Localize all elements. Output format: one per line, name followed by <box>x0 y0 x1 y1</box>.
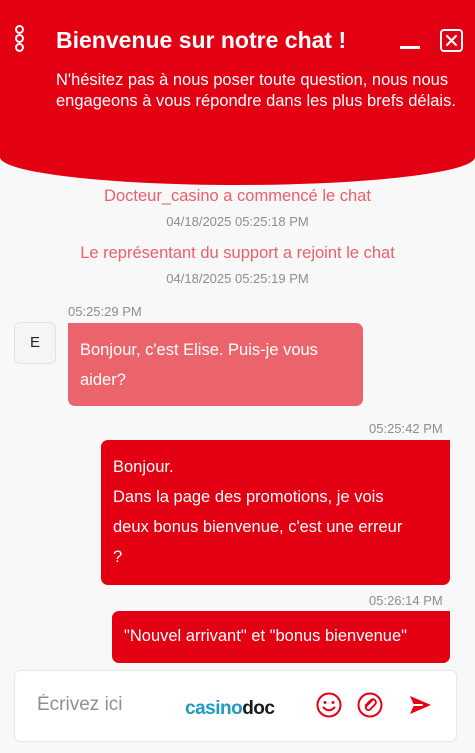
message-line: "Nouvel arrivant" et "bonus bienvenue" <box>124 627 408 645</box>
message-composer: casinodoc <box>14 670 457 742</box>
agent-message-bubble: Bonjour, c'est Elise. Puis-je vous aider… <box>68 323 363 406</box>
attachment-icon <box>357 692 383 718</box>
agent-avatar: E <box>14 322 56 364</box>
system-event-time: 04/18/2025 05:25:19 PM <box>166 271 309 286</box>
message-input[interactable] <box>35 693 189 717</box>
user-message-bubble: "Nouvel arrivant" et "bonus bienvenue" <box>112 611 450 663</box>
casinodoc-logo: casinodoc <box>185 698 275 720</box>
message-line: Bonjour, c'est Elise. Puis-je vous <box>80 341 318 359</box>
logo-text-part2: doc <box>242 698 275 719</box>
message-line: deux bonus bienvenue, c'est une erreur <box>113 518 403 536</box>
message-time: 05:25:29 PM <box>68 304 142 319</box>
send-icon <box>410 696 431 714</box>
user-message-bubble: Bonjour. Dans la page des promotions, je… <box>101 440 450 585</box>
message-time: 05:26:14 PM <box>369 593 443 608</box>
minimize-button[interactable] <box>399 30 421 50</box>
attach-button[interactable] <box>356 691 384 719</box>
logo-text-part1: casino <box>185 698 243 719</box>
message-line: Bonjour. <box>113 458 174 476</box>
message-line: aider? <box>80 371 126 389</box>
header-subtitle: N'hésitez pas à nous poser toute questio… <box>56 71 456 110</box>
message-time: 05:25:42 PM <box>369 421 443 436</box>
menu-icon[interactable] <box>12 25 26 53</box>
emoji-icon <box>316 692 342 718</box>
send-button[interactable] <box>406 691 434 719</box>
message-line: Dans la page des promotions, je vois <box>113 488 384 506</box>
system-event-text: Le représentant du support a rejoint le … <box>80 244 395 262</box>
close-button[interactable] <box>440 29 463 52</box>
system-event-time: 04/18/2025 05:25:18 PM <box>166 214 309 229</box>
emoji-button[interactable] <box>315 691 343 719</box>
chat-header: Bienvenue sur notre chat ! N'hésitez pas… <box>0 0 475 185</box>
message-line: ? <box>113 548 123 566</box>
system-event-text: Docteur_casino a commencé le chat <box>104 187 371 205</box>
header-title: Bienvenue sur notre chat ! <box>56 27 347 53</box>
chat-widget: Bienvenue sur notre chat ! N'hésitez pas… <box>0 0 475 753</box>
close-icon <box>445 34 458 47</box>
